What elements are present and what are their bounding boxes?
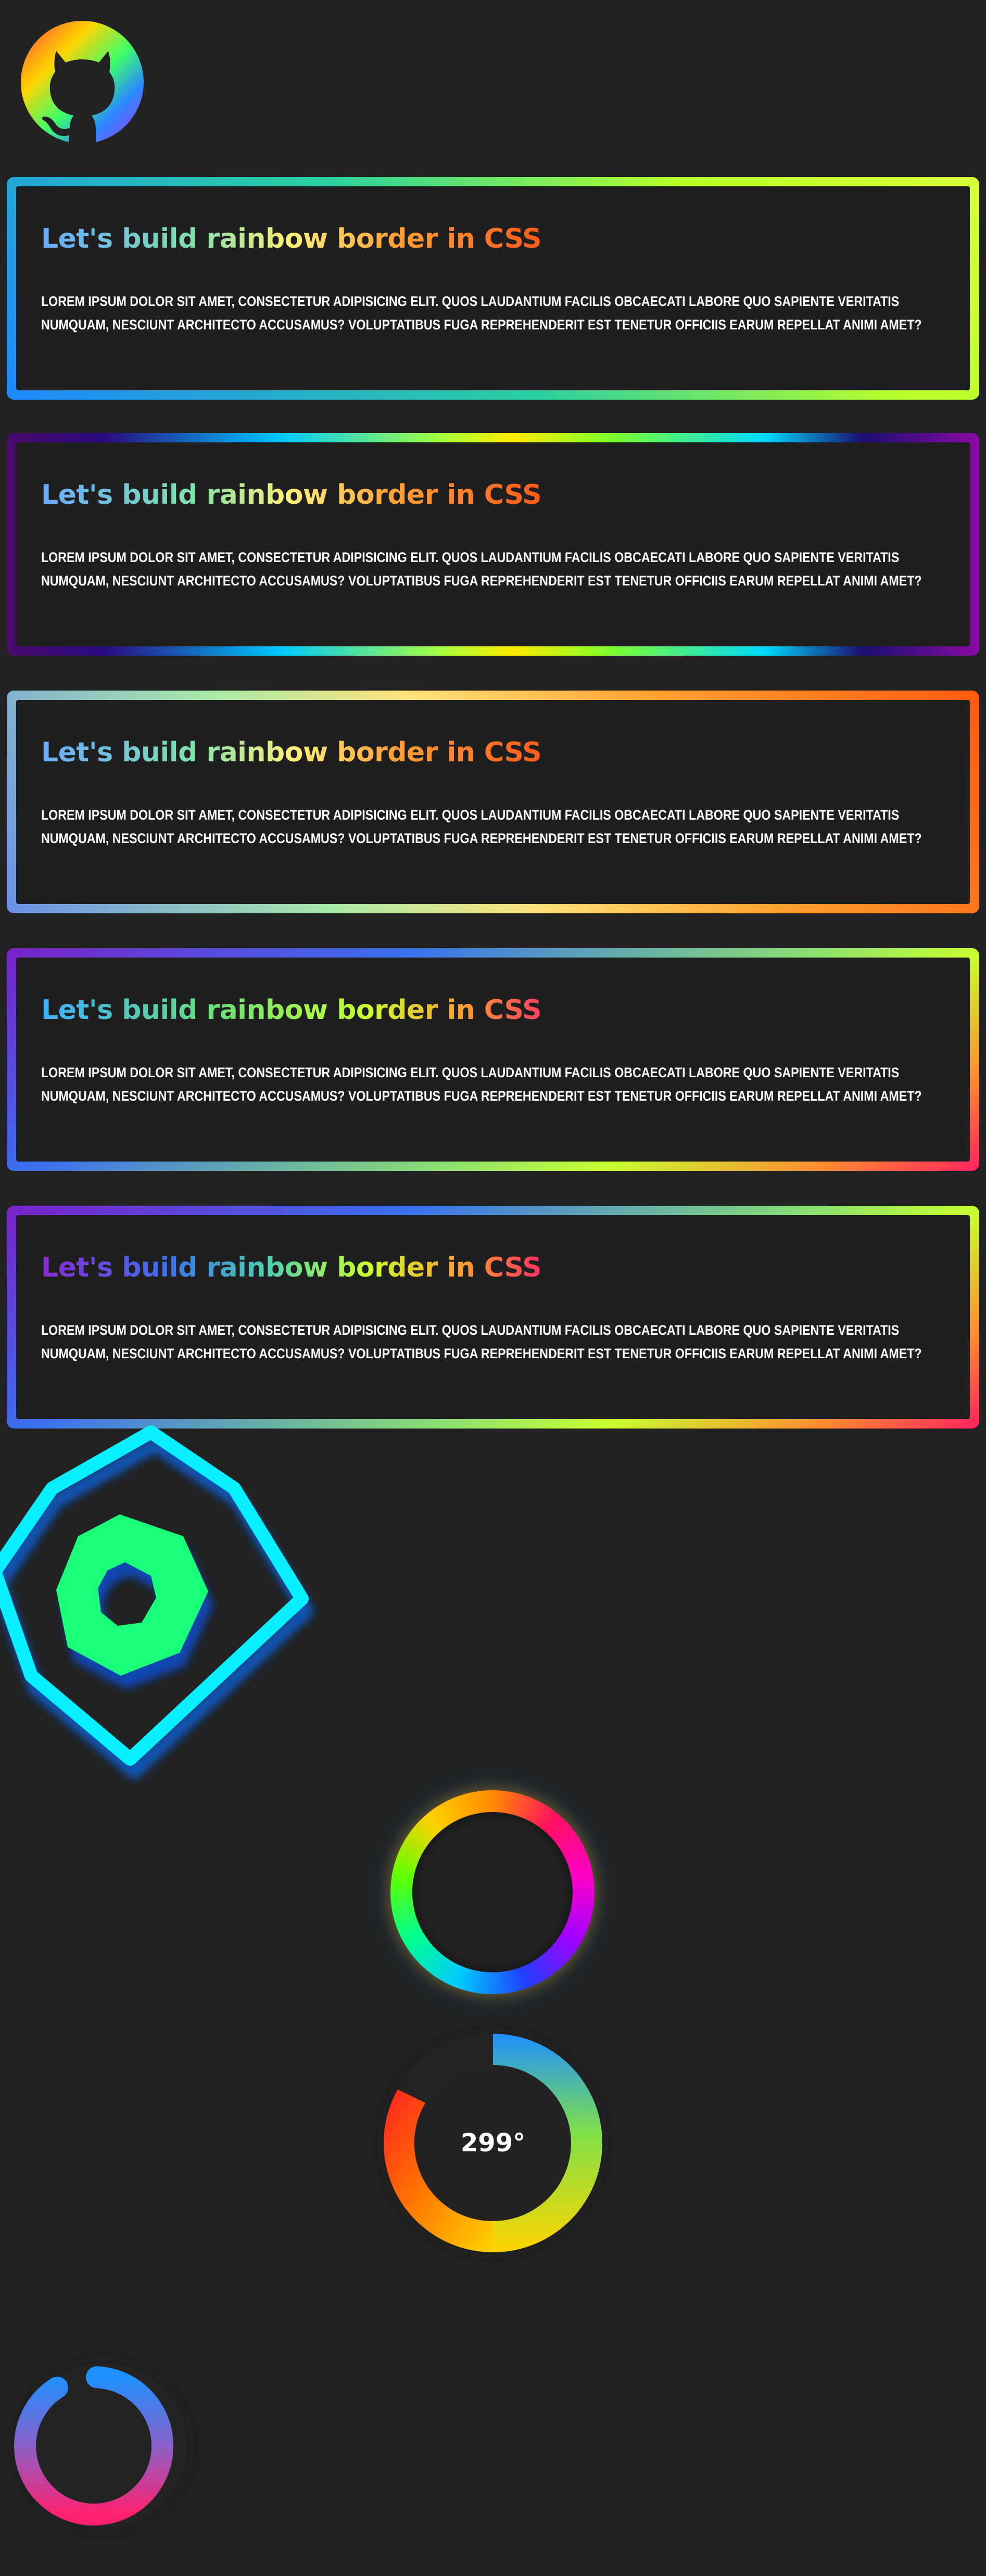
card-title: Let's build rainbow border in CSS xyxy=(41,476,542,514)
rainbow-card-3: Let's build rainbow border in CSS Lorem … xyxy=(7,691,979,913)
card-title: Let's build rainbow border in CSS xyxy=(41,1249,542,1286)
rainbow-card-4: Let's build rainbow border in CSS Lorem … xyxy=(7,948,979,1171)
dial-value: 299° xyxy=(460,2128,526,2158)
progress-dial[interactable]: 299° xyxy=(368,2018,618,2268)
card-text: Lorem ipsum dolor sit amet, consectetur … xyxy=(41,550,922,589)
neon-octagon-inner xyxy=(56,1514,213,1689)
card-text: Lorem ipsum dolor sit amet, consectetur … xyxy=(41,294,922,333)
rainbow-ring xyxy=(390,1790,595,1994)
neon-shapes xyxy=(0,1425,313,1779)
card-title: Let's build rainbow border in CSS xyxy=(41,734,542,771)
card-title: Let's build rainbow border in CSS xyxy=(41,220,542,258)
loader-ring xyxy=(14,2363,187,2529)
card-title: Let's build rainbow border in CSS xyxy=(41,991,542,1029)
neon-octagon-outer xyxy=(0,1425,313,1779)
rainbow-card-5: Let's build rainbow border in CSS Lorem … xyxy=(7,1206,979,1429)
card-text: Lorem ipsum dolor sit amet, consectetur … xyxy=(41,1322,922,1361)
rainbow-card-1: Let's build rainbow border in CSS Lorem … xyxy=(7,177,979,400)
card-text: Lorem ipsum dolor sit amet, consectetur … xyxy=(41,1065,922,1104)
card-text: Lorem ipsum dolor sit amet, consectetur … xyxy=(41,807,922,846)
rainbow-card-2: Let's build rainbow border in CSS Lorem … xyxy=(7,433,979,656)
github-logo[interactable] xyxy=(20,20,145,145)
